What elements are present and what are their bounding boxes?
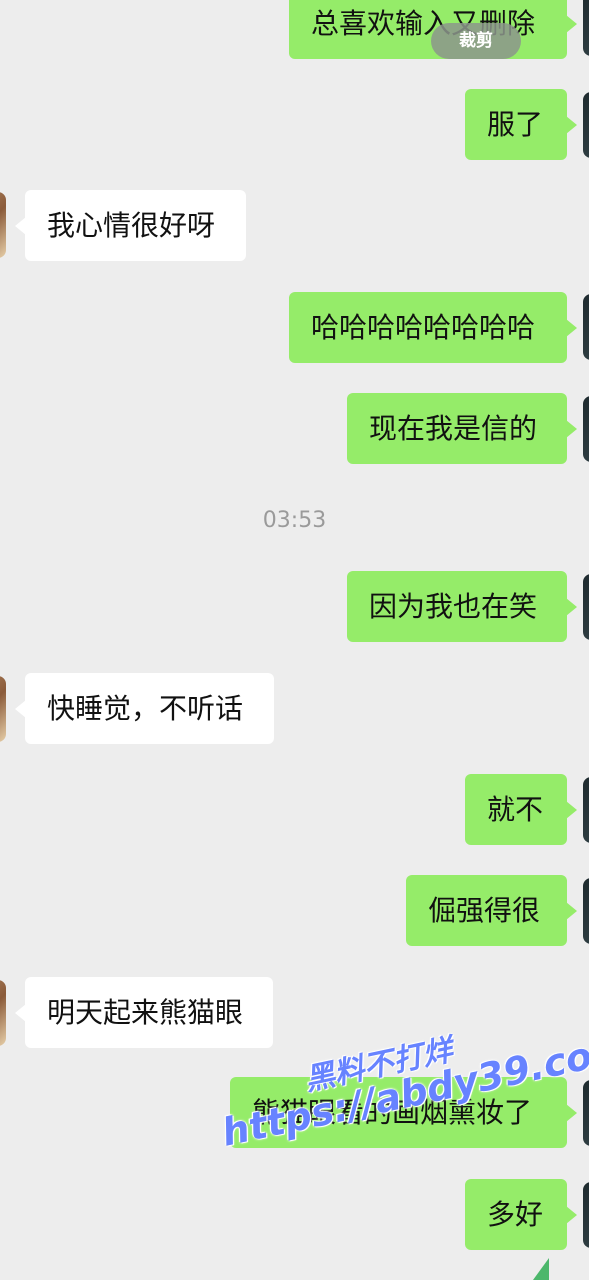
avatar[interactable] [583,294,589,360]
outgoing-message[interactable]: 现在我是信的 [347,393,577,464]
chat-timestamp: 03:53 [262,508,327,533]
avatar[interactable] [583,777,589,843]
avatar[interactable] [0,980,6,1046]
avatar[interactable] [583,878,589,944]
avatar[interactable] [583,0,589,56]
avatar[interactable] [0,676,6,742]
outgoing-message[interactable]: 服了 [465,89,577,160]
corner-triangle-icon [533,1258,549,1280]
avatar[interactable] [0,192,6,258]
avatar[interactable] [583,1080,589,1146]
chat-scroll-area[interactable]: 总喜欢输入又删除 服了 我心情很好呀 哈哈哈哈哈哈哈哈 现在我是信的 03:53… [0,0,589,1280]
outgoing-message[interactable]: 因为我也在笑 [347,571,577,642]
incoming-message[interactable]: 快睡觉，不听话 [15,673,274,744]
outgoing-message[interactable]: 就不 [465,774,577,845]
avatar[interactable] [583,396,589,462]
incoming-message[interactable]: 明天起来熊猫眼 [15,977,273,1048]
outgoing-message[interactable]: 倔强得很 [406,875,577,946]
outgoing-message[interactable]: 多好 [465,1179,577,1250]
message-text: 快睡觉，不听话 [47,692,244,725]
message-text: 明天起来熊猫眼 [47,996,244,1029]
incoming-message[interactable]: 我心情很好呀 [15,190,246,261]
avatar[interactable] [583,1182,589,1248]
outgoing-message[interactable]: 总喜欢输入又删除 [289,0,577,59]
outgoing-message[interactable]: 哈哈哈哈哈哈哈哈 [289,292,577,363]
avatar[interactable] [583,92,589,158]
crop-badge[interactable]: 裁剪 [431,23,521,59]
avatar[interactable] [583,574,589,640]
message-text: 我心情很好呀 [47,209,216,242]
